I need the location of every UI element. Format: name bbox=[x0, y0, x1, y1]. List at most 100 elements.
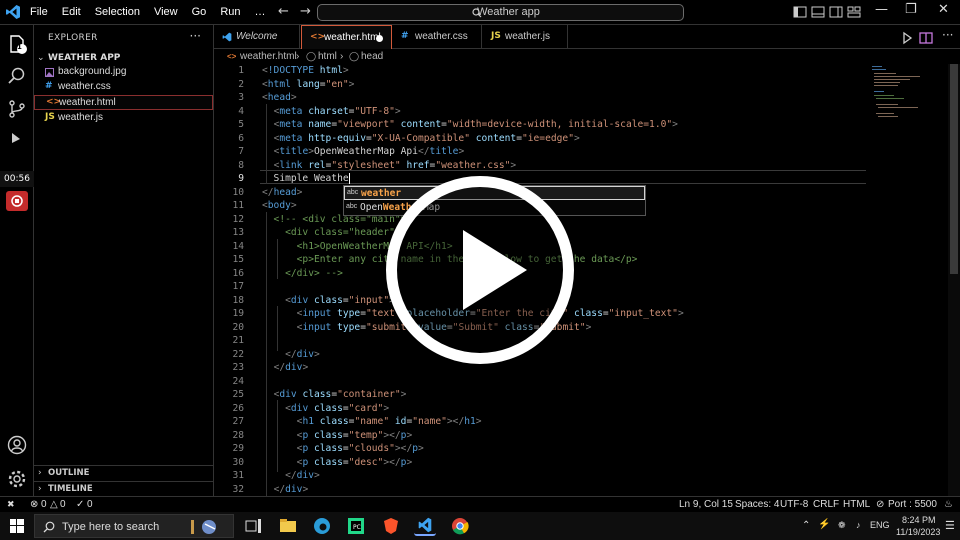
code-line: <title>OpenWeatherMap Api</title> bbox=[273, 146, 465, 157]
split-editor-icon[interactable] bbox=[919, 31, 933, 45]
toggle-sidebar-icon[interactable] bbox=[793, 5, 807, 19]
line-number: 10 bbox=[232, 186, 244, 198]
tab-welcome[interactable]: Welcome bbox=[214, 25, 300, 49]
file-explorer-icon[interactable] bbox=[277, 516, 299, 536]
minimap[interactable] bbox=[868, 64, 948, 124]
tab-weather-css[interactable]: # weather.css bbox=[393, 25, 482, 49]
edge-browser-icon[interactable] bbox=[311, 516, 333, 536]
file-weather-html[interactable]: <> weather.html bbox=[34, 95, 213, 110]
unsaved-dot-icon[interactable] bbox=[376, 35, 383, 42]
more-actions-icon[interactable]: ··· bbox=[942, 28, 953, 42]
file-background-jpg[interactable]: background.jpg bbox=[34, 65, 213, 80]
chrome-browser-icon[interactable] bbox=[449, 516, 471, 536]
brave-browser-icon[interactable] bbox=[380, 516, 402, 536]
line-number: 19 bbox=[232, 308, 244, 319]
run-icon[interactable] bbox=[900, 31, 914, 45]
cursor-position[interactable]: Ln 9, Col 15 bbox=[679, 499, 733, 510]
toggle-panel-icon[interactable] bbox=[811, 5, 825, 19]
code-line: <meta charset="UTF-8"> bbox=[273, 105, 401, 117]
source-control-icon[interactable] bbox=[6, 98, 28, 120]
run-debug-icon[interactable] bbox=[6, 131, 28, 143]
breadcrumb-file[interactable]: weather.html bbox=[240, 51, 297, 62]
code-line: <p class="desc"></p> bbox=[296, 456, 413, 468]
chevron-down-icon: ⌄ bbox=[37, 53, 45, 63]
menu-edit[interactable]: Edit bbox=[62, 0, 81, 25]
app-tray-icon[interactable]: ⚡ bbox=[818, 519, 830, 530]
remote-icon[interactable]: ✖ bbox=[7, 499, 15, 510]
settings-gear-icon[interactable] bbox=[6, 468, 28, 490]
account-icon[interactable] bbox=[6, 434, 28, 456]
clock-date[interactable]: 11/19/2023 bbox=[896, 527, 940, 537]
stop-recording-button[interactable] bbox=[6, 191, 28, 211]
menu-view[interactable]: View bbox=[154, 0, 178, 25]
outline-section[interactable]: › OUTLINE bbox=[34, 465, 213, 480]
breadcrumb-head[interactable]: head bbox=[361, 51, 383, 62]
encoding[interactable]: UTF-8 bbox=[780, 499, 808, 510]
taskbar-search-box[interactable]: Type here to search bbox=[34, 514, 234, 538]
chevron-up-icon[interactable]: ⌃ bbox=[802, 520, 810, 531]
end-of-line[interactable]: CRLF bbox=[813, 499, 839, 510]
search-highlight-icon bbox=[191, 520, 216, 534]
search-icon[interactable] bbox=[6, 65, 28, 87]
volume-icon[interactable]: ♪ bbox=[856, 520, 861, 530]
project-name: WEATHER APP bbox=[48, 53, 121, 63]
breadcrumb-separator-icon: › bbox=[296, 51, 300, 62]
wifi-icon[interactable]: ❁ bbox=[838, 520, 846, 531]
task-view-icon[interactable] bbox=[242, 516, 264, 536]
vscode-taskbar-icon[interactable] bbox=[414, 516, 436, 536]
warnings-count[interactable]: 0 bbox=[60, 499, 66, 510]
html-icon: <> bbox=[227, 52, 237, 61]
windows-start-icon[interactable] bbox=[10, 519, 24, 533]
language-mode[interactable]: HTML bbox=[843, 499, 870, 510]
scrollbar-thumb[interactable] bbox=[950, 64, 958, 274]
file-weather-css[interactable]: # weather.css bbox=[34, 80, 213, 95]
more-actions-icon[interactable]: ··· bbox=[190, 29, 201, 43]
forward-arrow-icon[interactable]: → bbox=[300, 4, 311, 19]
system-tray: ⌃ ⚡ ❁ ♪ ENG 8:24 PM 11/19/2023 ☰ bbox=[800, 512, 960, 540]
notifications-bell-icon[interactable]: ♨ bbox=[944, 499, 953, 510]
windows-taskbar: Type here to search PC ⌃ ⚡ ❁ ♪ ENG 8:24 … bbox=[0, 512, 960, 540]
menu-more[interactable]: … bbox=[255, 0, 266, 25]
menu-file[interactable]: File bbox=[30, 0, 48, 25]
code-line: </head> bbox=[262, 186, 303, 198]
code-line-current[interactable]: Simple Weathe bbox=[262, 173, 350, 184]
indentation[interactable]: Spaces: 4 bbox=[735, 499, 779, 510]
code-editor[interactable]: 1 2 3 4 5 6 7 8 9 10 11 12 13 14 15 16 17 18 19 20 21 22 23 24 2… bbox=[214, 64, 948, 496]
keyboard-language[interactable]: ENG bbox=[870, 520, 890, 530]
file-weather-js[interactable]: JS weather.js bbox=[34, 111, 213, 126]
search-icon bbox=[43, 521, 55, 533]
minimize-icon[interactable]: — bbox=[875, 2, 888, 17]
toggle-secondary-sidebar-icon[interactable] bbox=[829, 5, 843, 19]
back-arrow-icon[interactable]: ← bbox=[278, 4, 289, 19]
code-line: <body> bbox=[262, 200, 297, 211]
line-number: 2 bbox=[238, 78, 244, 90]
explorer-title: EXPLORER bbox=[48, 33, 98, 43]
errors-count[interactable]: 0 bbox=[41, 499, 47, 510]
customize-layout-icon[interactable] bbox=[847, 5, 861, 19]
text-abc-icon: abc bbox=[347, 189, 359, 196]
restore-icon[interactable]: ❐ bbox=[905, 2, 917, 17]
menu-go[interactable]: Go bbox=[192, 0, 207, 25]
close-icon[interactable]: ✕ bbox=[938, 2, 949, 17]
timeline-section[interactable]: › TIMELINE bbox=[34, 481, 213, 496]
ports-count[interactable]: 0 bbox=[87, 499, 93, 510]
line-number: 8 bbox=[238, 159, 244, 171]
editor-scrollbar[interactable] bbox=[948, 64, 960, 496]
command-center[interactable]: Weather app bbox=[317, 4, 684, 21]
pycharm-icon[interactable]: PC bbox=[345, 516, 367, 536]
clock-time[interactable]: 8:24 PM bbox=[902, 515, 936, 525]
live-server-port[interactable]: Port : 5500 bbox=[888, 499, 937, 510]
menu-selection[interactable]: Selection bbox=[95, 0, 140, 25]
menu-run[interactable]: Run bbox=[220, 0, 240, 25]
tab-weather-html[interactable]: <> weather.html bbox=[301, 25, 392, 49]
notification-center-icon[interactable]: ☰ bbox=[945, 519, 955, 532]
breadcrumb-html[interactable]: html bbox=[318, 51, 337, 62]
tab-weather-js[interactable]: JS weather.js bbox=[483, 25, 568, 49]
title-bar: File Edit Selection View Go Run … ← → We… bbox=[0, 0, 960, 25]
command-center-label: Weather app bbox=[477, 6, 540, 18]
js-icon: JS bbox=[45, 112, 55, 122]
svg-text:PC: PC bbox=[353, 524, 361, 531]
file-name: background.jpg bbox=[58, 66, 127, 77]
suggestion-prefix: Open bbox=[360, 202, 383, 213]
video-play-button[interactable] bbox=[386, 176, 574, 364]
